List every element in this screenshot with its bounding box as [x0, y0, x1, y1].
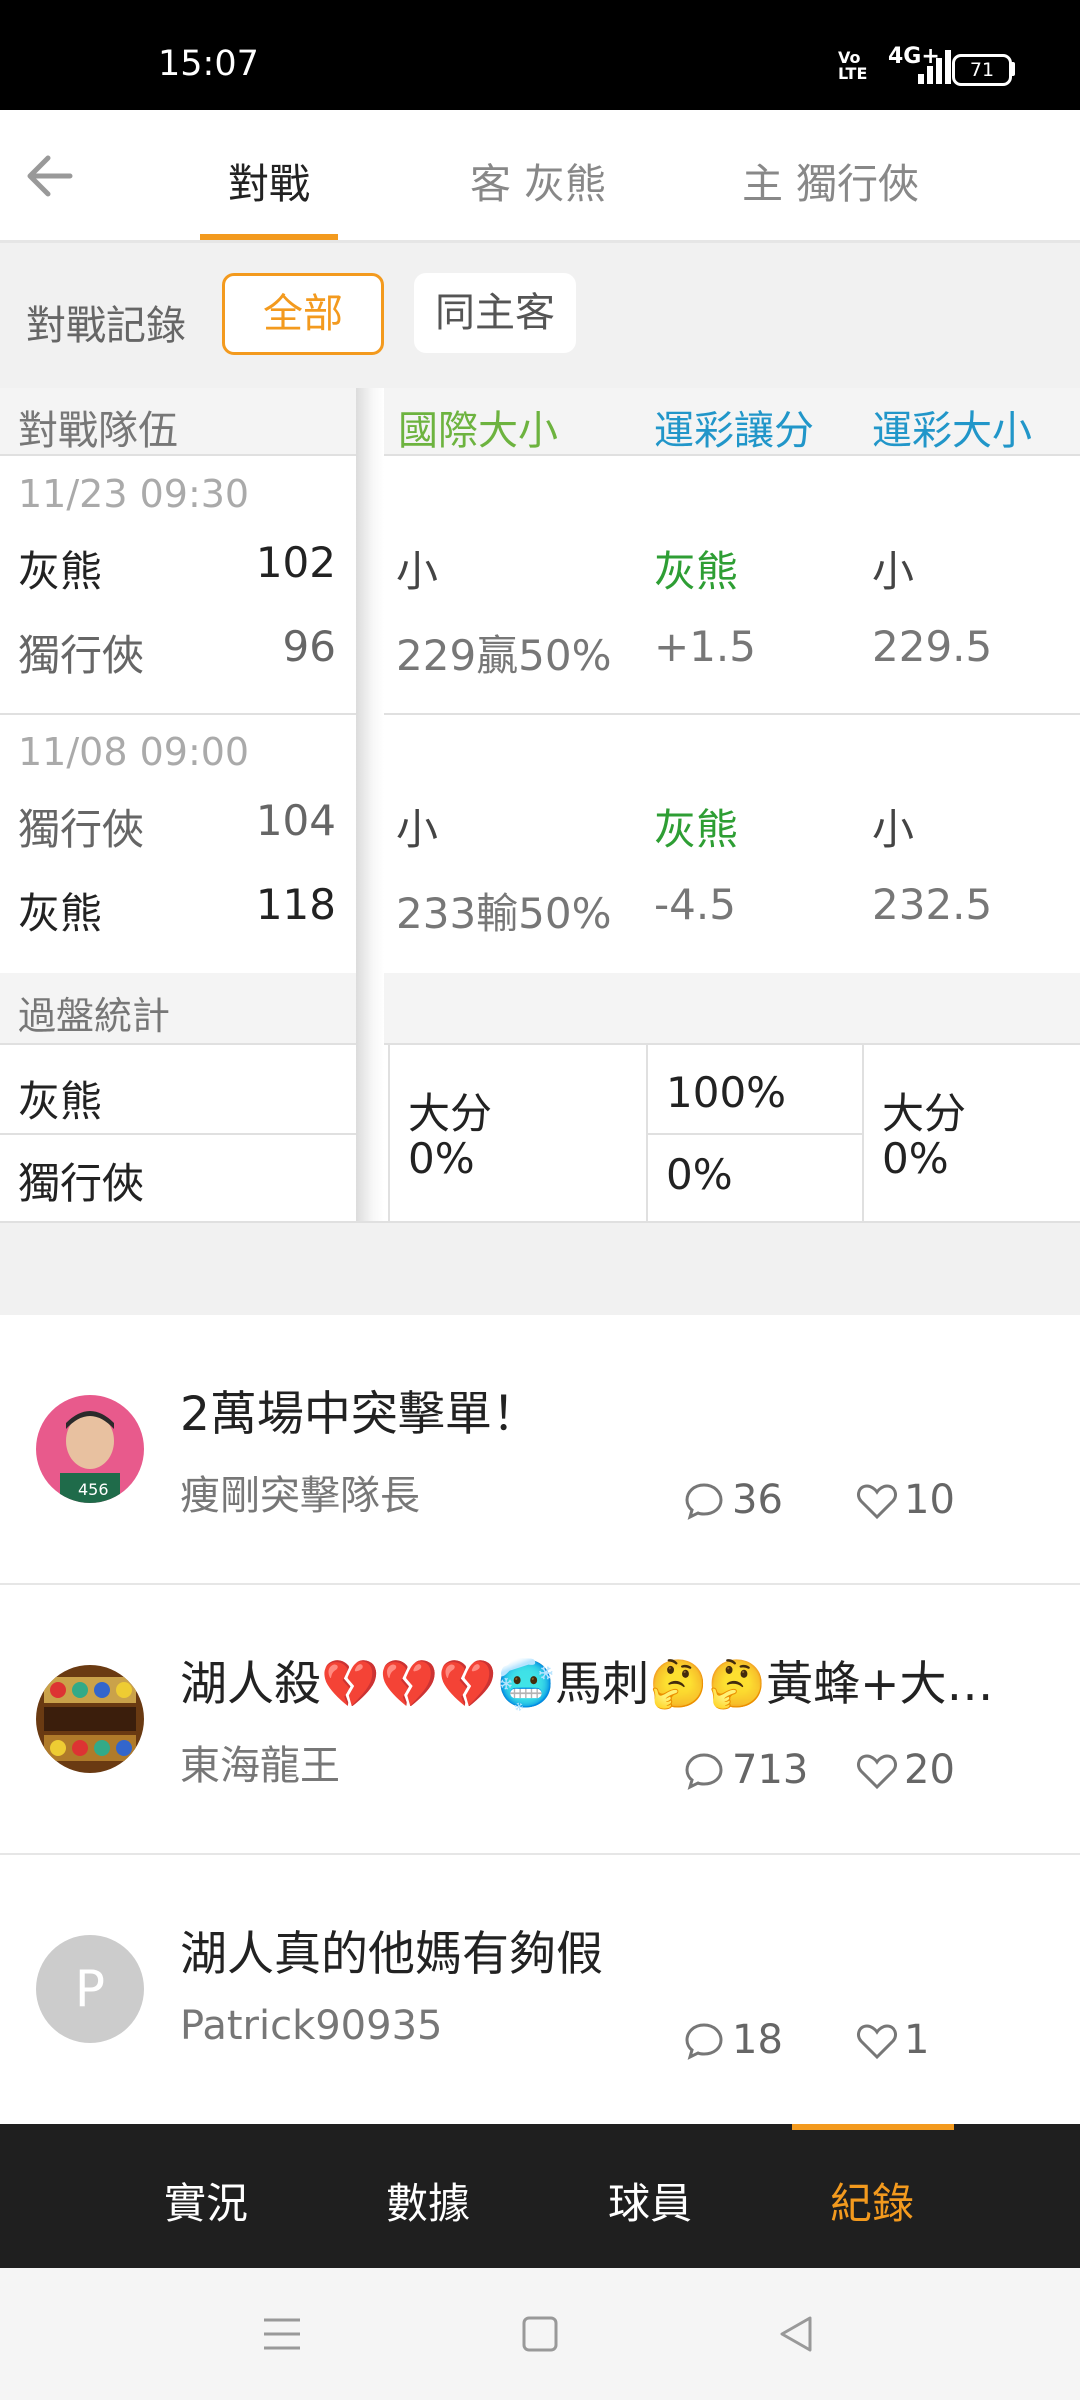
bottom-tab-indicator	[792, 2124, 954, 2130]
avatar-letter: P	[74, 1960, 106, 2018]
stats-title: 過盤統計	[18, 994, 171, 1038]
post-title[interactable]: 湖人真的他媽有夠假	[180, 1915, 1060, 1984]
spread-line: +1.5	[654, 622, 756, 671]
back-icon[interactable]	[776, 2314, 816, 2358]
status-time: 15:07	[158, 44, 259, 84]
heart-icon[interactable]	[856, 2021, 898, 2061]
row-divider	[0, 713, 1080, 715]
tab-active-indicator	[200, 234, 338, 240]
system-nav-bar	[0, 2268, 1080, 2400]
tab-players[interactable]: 球員	[580, 2170, 720, 2231]
heart-icon[interactable]	[856, 1751, 898, 1791]
stats-header: 過盤統計	[0, 973, 1080, 1045]
team-name: 灰熊	[18, 547, 103, 596]
team-name: 灰熊	[18, 889, 103, 938]
tab-away-team[interactable]: 客 灰熊	[470, 150, 606, 210]
list-item[interactable]: P 湖人真的他媽有夠假 Patrick90935 18 1	[0, 1855, 1080, 2120]
avatar[interactable]: 456	[36, 1395, 144, 1503]
intl-total-result: 小	[396, 547, 439, 596]
tab-matchup[interactable]: 對戰	[228, 150, 310, 210]
status-bar: 15:07 Vo LTE 4G+ 71	[0, 0, 1080, 110]
filter-label: 對戰記錄	[26, 303, 186, 349]
bottom-tab-bar: 實況 數據 球員 紀錄	[0, 2124, 1080, 2268]
post-title[interactable]: 2萬場中突擊單！	[180, 1375, 1060, 1444]
intl-stat-label: 大分	[408, 1089, 493, 1138]
comment-count-value: 713	[732, 1747, 809, 1793]
list-item[interactable]: 456 2萬場中突擊單！ 痩剛突擊隊長 36 10	[0, 1315, 1080, 1585]
match-date: 11/23 09:30	[18, 472, 250, 516]
team-name: 獨行俠	[18, 631, 145, 680]
frozen-column-shadow	[356, 388, 384, 1223]
header-lottery-total: 運彩大小	[872, 408, 1032, 454]
total-result: 小	[872, 547, 915, 596]
like-count-value: 20	[904, 1747, 955, 1793]
svg-text:456: 456	[78, 1480, 109, 1499]
tab-live[interactable]: 實況	[136, 2170, 276, 2231]
tab-home-team[interactable]: 主 獨行俠	[742, 150, 919, 210]
table-header: 對戰隊伍 國際大小 運彩讓分 運彩大小	[0, 388, 1080, 456]
row-divider	[648, 1133, 862, 1135]
tab-records[interactable]: 紀錄	[802, 2170, 942, 2231]
home-icon[interactable]	[520, 2314, 560, 2358]
comment-icon	[685, 2023, 723, 2060]
signal-icon	[918, 50, 952, 84]
team-score: 118	[255, 880, 336, 929]
section-spacer	[0, 1223, 1080, 1315]
team-name: 獨行俠	[18, 805, 145, 854]
post-author[interactable]: 東海龍王	[180, 1733, 340, 1791]
heart-icon[interactable]	[856, 1481, 898, 1521]
back-arrow-icon[interactable]	[24, 154, 74, 198]
header-tabs: 對戰 客 灰熊 主 獨行俠	[0, 110, 1080, 243]
team-score: 96	[282, 622, 336, 671]
row-divider	[0, 1133, 382, 1135]
total-stat-value: 0%	[882, 1134, 949, 1183]
total-line: 229.5	[872, 622, 993, 671]
post-author[interactable]: Patrick90935	[180, 2003, 442, 2049]
column-divider	[862, 1045, 864, 1223]
volte-icon: Vo LTE	[838, 48, 868, 83]
comment-count-value: 18	[732, 2017, 783, 2063]
post-author[interactable]: 痩剛突擊隊長	[180, 1463, 420, 1521]
intl-stat-value: 0%	[408, 1134, 475, 1183]
like-count-value: 10	[904, 1477, 955, 1523]
filter-same-home-away-button[interactable]: 同主客	[414, 273, 576, 353]
spread-result: 灰熊	[654, 547, 739, 596]
spread-result: 灰熊	[654, 805, 739, 854]
team-score: 102	[255, 538, 336, 587]
match-date: 11/08 09:00	[18, 730, 250, 774]
like-count-value: 1	[904, 2017, 930, 2063]
header-intl-total: 國際大小	[398, 408, 558, 454]
total-line: 232.5	[872, 880, 993, 929]
spread-stat-top: 100%	[666, 1068, 787, 1117]
team-score: 104	[255, 796, 336, 845]
column-divider	[388, 1045, 390, 1223]
intl-total-result: 小	[396, 805, 439, 854]
comment-count-value: 36	[732, 1477, 783, 1523]
header-lottery-spread: 運彩讓分	[654, 408, 814, 454]
filter-row: 對戰記錄 全部 同主客	[0, 243, 1080, 388]
avatar[interactable]	[36, 1665, 144, 1773]
header-team: 對戰隊伍	[18, 408, 178, 454]
total-stat-label: 大分	[882, 1089, 967, 1138]
avatar[interactable]: P	[36, 1935, 144, 2043]
spread-stat-bottom: 0%	[666, 1150, 733, 1199]
comment-icon	[685, 1753, 723, 1790]
menu-icon[interactable]	[262, 2314, 302, 2358]
stats-team: 獨行俠	[18, 1159, 145, 1208]
list-item[interactable]: 湖人殺💔💔💔🥶馬刺🤔🤔黃蜂+大分… 東海龍王 713 20	[0, 1585, 1080, 1855]
post-title[interactable]: 湖人殺💔💔💔🥶馬刺🤔🤔黃蜂+大分…	[180, 1645, 1038, 1714]
stats-team: 灰熊	[18, 1077, 103, 1126]
tab-stats[interactable]: 數據	[358, 2170, 498, 2231]
total-result: 小	[872, 805, 915, 854]
intl-total-line: 229贏50%	[396, 631, 612, 680]
spread-line: -4.5	[654, 880, 736, 929]
battery-icon: 71	[952, 54, 1012, 86]
intl-total-line: 233輸50%	[396, 889, 612, 938]
matchup-table: 對戰隊伍 國際大小 運彩讓分 運彩大小 11/23 09:30 灰熊 102 小…	[0, 388, 1080, 1223]
battery-tip	[1011, 62, 1015, 76]
comment-icon	[685, 1483, 723, 1520]
filter-all-button[interactable]: 全部	[222, 273, 384, 355]
